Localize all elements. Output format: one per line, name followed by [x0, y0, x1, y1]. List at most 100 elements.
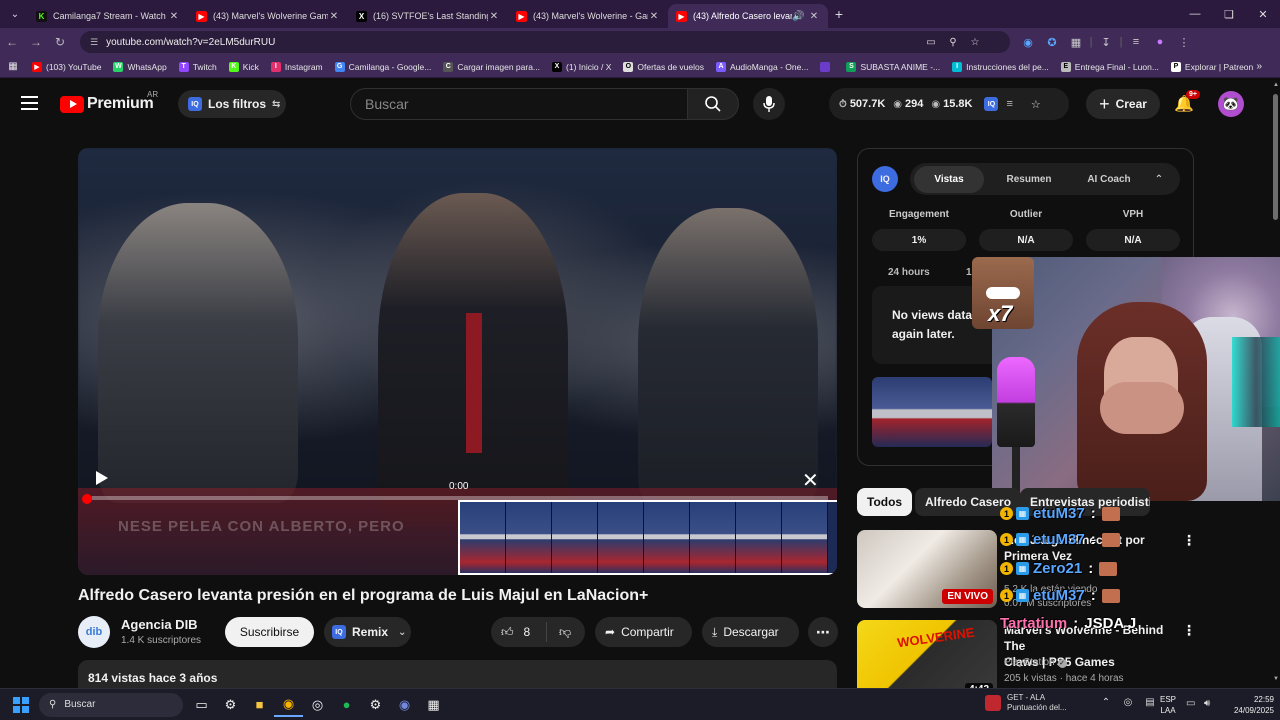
folder-icon[interactable]: ■: [245, 693, 274, 717]
close-icon[interactable]: ✕: [328, 11, 340, 22]
channel-avatar[interactable]: dib: [78, 616, 110, 648]
channel-name[interactable]: Agencia DIB: [121, 617, 198, 632]
restore-icon[interactable]: ❏: [1212, 8, 1246, 21]
spotify-icon[interactable]: ●: [332, 693, 361, 717]
reload-icon[interactable]: ↻: [48, 35, 72, 49]
network-icon[interactable]: ▤: [1139, 697, 1161, 708]
site-info-icon[interactable]: ☰: [90, 37, 98, 48]
download-icon[interactable]: ↧: [1094, 36, 1118, 49]
channel-stats-pill[interactable]: ⏱ 507.7K ◉ 294 ◉ 15.8K IQ ≡ ☆: [829, 88, 1069, 120]
play-icon[interactable]: [96, 471, 108, 485]
minimize-icon[interactable]: —: [1178, 8, 1212, 20]
tab-resumen[interactable]: Resumen: [984, 174, 1074, 185]
bookmark-item[interactable]: X (1) Inicio / X: [546, 61, 617, 72]
extension-icon[interactable]: ✪: [1040, 36, 1064, 49]
chip-todos[interactable]: Todos: [857, 488, 913, 516]
scroll-up-icon[interactable]: ▲: [1272, 82, 1280, 88]
period-24h[interactable]: 24 hours: [888, 267, 930, 278]
bookmark-item[interactable]: I Instrucciones del pe...: [946, 61, 1055, 72]
rec-menu-icon[interactable]: ⋮: [1182, 622, 1196, 639]
volume-icon[interactable]: 🔊︎: [1204, 698, 1210, 709]
youtube-logo[interactable]: Premium AR: [60, 90, 158, 113]
system-clock[interactable]: 22:59 24/09/2025: [1226, 694, 1274, 716]
share-button[interactable]: ➦ Compartir: [595, 617, 692, 647]
bookmark-item[interactable]: [814, 61, 840, 72]
bookmark-item[interactable]: C Cargar imagen para...: [437, 61, 546, 72]
browser-tab[interactable]: X (16) SVTFOE's Last Standing Fa✕: [348, 4, 508, 28]
kebab-menu-icon[interactable]: ⋮: [1172, 36, 1196, 49]
language-indicator[interactable]: ESP LAA: [1160, 694, 1176, 716]
tab-ai-coach[interactable]: AI Coach: [1074, 174, 1144, 185]
obs-icon[interactable]: ◎: [303, 693, 332, 717]
subscribe-button[interactable]: Suscribirse: [225, 617, 314, 647]
new-tab-button[interactable]: +: [828, 6, 850, 22]
back-icon[interactable]: ←: [0, 35, 24, 49]
browser-tab-active[interactable]: ▶ (43) Alfredo Casero levanta 🔊 ✕: [668, 4, 828, 28]
close-icon[interactable]: ✕: [168, 11, 180, 22]
more-actions-button[interactable]: ⋯: [808, 617, 838, 647]
scroll-thumb[interactable]: [1273, 94, 1278, 220]
rec-thumbnail[interactable]: EN VIVO: [857, 530, 997, 608]
avatar[interactable]: 🐼: [1218, 91, 1244, 117]
browser-tab[interactable]: ▶ (43) Marvel's Wolverine Gamep ✕: [188, 4, 348, 28]
apps-grid-icon[interactable]: ▦: [0, 61, 26, 72]
windows-start-icon[interactable]: [13, 696, 29, 713]
bookmark-item[interactable]: T Twitch: [173, 61, 223, 72]
rec-thumbnail[interactable]: WOLVERINE 4:42: [857, 620, 997, 698]
close-window-icon[interactable]: ✕: [1246, 8, 1280, 21]
search-button[interactable]: [687, 88, 739, 120]
bookmark-item[interactable]: W WhatsApp: [107, 61, 172, 72]
app-icon[interactable]: ▦: [419, 693, 448, 717]
bookmark-item[interactable]: A AudioManga - One...: [710, 61, 814, 72]
bookmark-item[interactable]: S SUBASTA ANIME -...: [840, 61, 946, 72]
scroll-down-icon[interactable]: ▼: [1272, 676, 1280, 682]
bookmark-item[interactable]: O Ofertas de vuelos: [617, 61, 710, 72]
zoom-icon[interactable]: ⚲: [942, 37, 964, 48]
star-icon[interactable]: ☆: [964, 37, 986, 48]
rec-menu-icon[interactable]: ⋮: [1182, 532, 1196, 549]
tab-search-icon[interactable]: ⌄: [2, 3, 28, 25]
remix-button[interactable]: IQ Remix ⌄: [324, 617, 411, 647]
close-icon[interactable]: ✕: [808, 11, 820, 22]
steam-icon[interactable]: ⚙: [216, 693, 245, 717]
search-input[interactable]: Buscar: [350, 88, 688, 120]
bookmark-item[interactable]: E Entrega Final - Luon...: [1055, 61, 1165, 72]
browser-tab[interactable]: ▶ (43) Marvel's Wolverine - Game ✕: [508, 4, 668, 28]
tab-vistas[interactable]: Vistas: [914, 165, 984, 193]
iq-video-thumbnail[interactable]: [872, 377, 992, 447]
bookmark-item[interactable]: G Camilanga - Google...: [329, 61, 438, 72]
scrubber-handle[interactable]: [82, 494, 92, 504]
chevron-up-icon[interactable]: ⌃: [1095, 697, 1117, 708]
menu-icon[interactable]: [21, 96, 38, 114]
storyboard-preview[interactable]: [458, 500, 837, 575]
list-icon[interactable]: ≡: [1006, 98, 1012, 110]
speaker-icon[interactable]: 🔊: [792, 11, 804, 22]
settings-icon[interactable]: ⚙: [361, 693, 390, 717]
like-button[interactable]: 👍︎ 8: [491, 622, 547, 642]
monitor-icon[interactable]: ▭: [1186, 698, 1195, 709]
page-scrollbar[interactable]: ▲ ▼: [1272, 82, 1280, 686]
chrome-icon[interactable]: ◉: [274, 693, 303, 717]
microphone-icon[interactable]: ◎: [1117, 697, 1139, 708]
more-bookmarks-icon[interactable]: »: [1256, 61, 1262, 72]
close-icon[interactable]: ✕: [488, 11, 500, 22]
dislike-button[interactable]: 👎︎: [547, 625, 571, 640]
bookmark-item[interactable]: P Explorar | Patreon: [1165, 61, 1259, 72]
browser-tab[interactable]: K Camilanga7 Stream - Watch Li ✕: [28, 4, 188, 28]
create-button[interactable]: + Crear: [1086, 89, 1160, 119]
iq-icon[interactable]: IQ: [984, 97, 999, 111]
reading-list-icon[interactable]: ≡: [1124, 36, 1148, 48]
chevron-up-icon[interactable]: ⌃: [1144, 174, 1174, 185]
voice-search-button[interactable]: [753, 88, 785, 120]
discord-icon[interactable]: ◉: [390, 693, 419, 717]
bookmark-item[interactable]: I Instagram: [265, 61, 329, 72]
close-icon[interactable]: ✕: [802, 468, 819, 493]
download-button[interactable]: ⤓ Descargar: [702, 617, 799, 647]
close-icon[interactable]: ✕: [648, 11, 660, 22]
now-playing-widget[interactable]: GET - ALA Puntuación del...: [985, 693, 1067, 713]
video-player[interactable]: NESE PELEA CON ALBERTO, PERO 0:00 ✕: [78, 148, 837, 575]
forward-icon[interactable]: →: [24, 35, 48, 49]
trophy-icon[interactable]: ☆: [1031, 98, 1041, 111]
bookmark-item[interactable]: ▶ (103) YouTube: [26, 61, 107, 72]
filters-button[interactable]: IQ Los filtros ⇆: [178, 90, 286, 118]
